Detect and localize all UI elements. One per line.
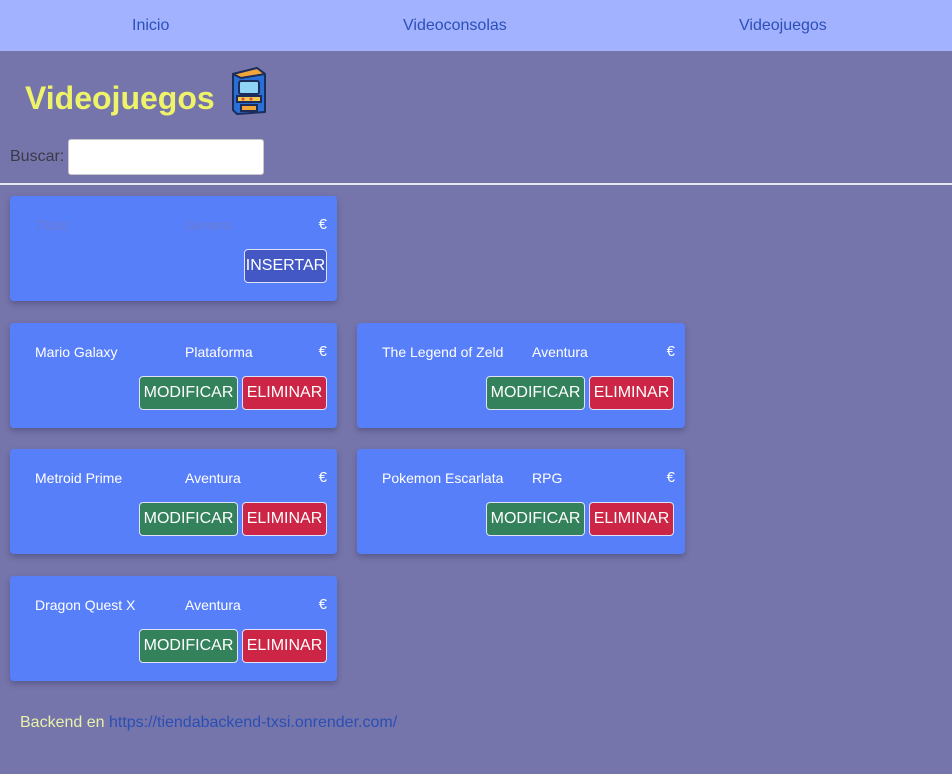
page-header: Videojuegos xyxy=(25,66,269,116)
modify-button[interactable]: MODIFICAR xyxy=(139,376,238,410)
delete-button[interactable]: ELIMINAR xyxy=(589,376,674,410)
currency-symbol: € xyxy=(318,596,327,613)
currency-symbol: € xyxy=(318,469,327,486)
modify-button[interactable]: MODIFICAR xyxy=(139,502,238,536)
currency-symbol: € xyxy=(666,343,675,360)
game-title-input[interactable] xyxy=(35,470,175,486)
new-game-card: € INSERTAR xyxy=(10,196,337,301)
backend-link[interactable]: https://tiendabackend-txsi.onrender.com/ xyxy=(109,714,397,731)
game-title-input[interactable] xyxy=(35,344,175,360)
delete-button[interactable]: ELIMINAR xyxy=(242,502,327,536)
search-bar: Buscar: xyxy=(10,139,265,175)
new-title-input[interactable] xyxy=(35,217,175,233)
divider xyxy=(0,183,952,185)
game-genre-input[interactable] xyxy=(185,597,325,613)
nav-link-videojuegos[interactable]: Videojuegos xyxy=(739,17,827,35)
game-genre-input[interactable] xyxy=(185,470,325,486)
currency-symbol: € xyxy=(318,216,327,233)
game-card: € MODIFICAR ELIMINAR xyxy=(10,576,337,681)
game-title-input[interactable] xyxy=(382,470,522,486)
currency-symbol: € xyxy=(318,343,327,360)
new-genre-input[interactable] xyxy=(185,217,325,233)
game-card: € MODIFICAR ELIMINAR xyxy=(10,449,337,554)
page-title: Videojuegos xyxy=(25,80,215,116)
game-genre-input[interactable] xyxy=(532,470,672,486)
game-genre-input[interactable] xyxy=(532,344,672,360)
modify-button[interactable]: MODIFICAR xyxy=(139,629,238,663)
arcade-cabinet-icon xyxy=(231,67,266,115)
modify-button[interactable]: MODIFICAR xyxy=(486,502,585,536)
delete-button[interactable]: ELIMINAR xyxy=(589,502,674,536)
game-card: € MODIFICAR ELIMINAR xyxy=(10,323,337,428)
navbar: Inicio Videoconsolas Videojuegos xyxy=(0,0,952,51)
search-input[interactable] xyxy=(68,139,265,175)
search-label: Buscar: xyxy=(10,148,65,165)
game-card: € MODIFICAR ELIMINAR xyxy=(357,449,685,554)
footer-label: Backend en xyxy=(20,714,105,731)
delete-button[interactable]: ELIMINAR xyxy=(242,629,327,663)
nav-link-videoconsolas[interactable]: Videoconsolas xyxy=(403,17,507,35)
game-genre-input[interactable] xyxy=(185,344,325,360)
footer: Backend en https://tiendabackend-txsi.on… xyxy=(20,714,397,732)
delete-button[interactable]: ELIMINAR xyxy=(242,376,327,410)
game-title-input[interactable] xyxy=(35,597,175,613)
game-card: € MODIFICAR ELIMINAR xyxy=(357,323,685,428)
modify-button[interactable]: MODIFICAR xyxy=(486,376,585,410)
nav-link-inicio[interactable]: Inicio xyxy=(132,17,169,35)
currency-symbol: € xyxy=(666,469,675,486)
game-title-input[interactable] xyxy=(382,344,522,360)
insert-button[interactable]: INSERTAR xyxy=(244,249,327,283)
